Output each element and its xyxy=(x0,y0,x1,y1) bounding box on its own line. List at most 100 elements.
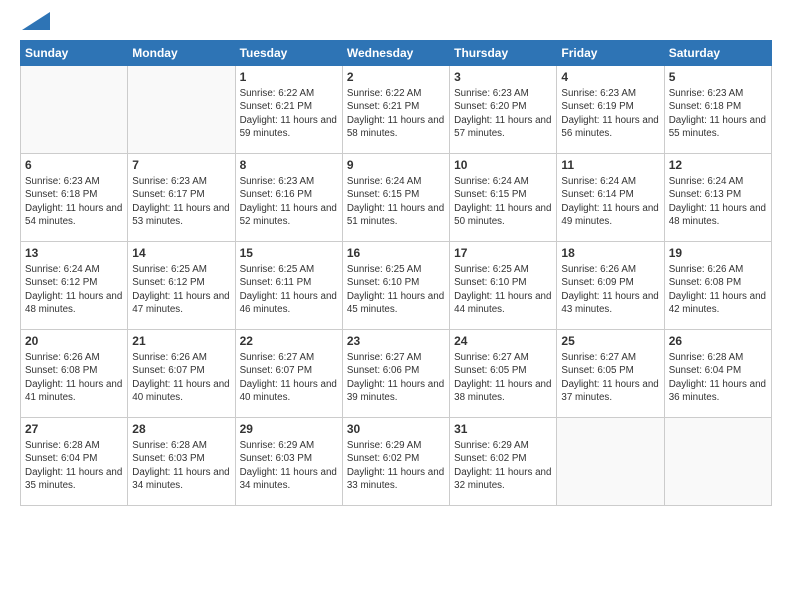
calendar-cell xyxy=(21,66,128,154)
calendar-cell: 4 Sunrise: 6:23 AMSunset: 6:19 PMDaylight… xyxy=(557,66,664,154)
day-info: Sunrise: 6:23 AMSunset: 6:17 PMDaylight:… xyxy=(132,175,230,228)
day-info: Sunrise: 6:29 AMSunset: 6:03 PMDaylight:… xyxy=(240,439,338,492)
day-info: Sunrise: 6:26 AMSunset: 6:08 PMDaylight:… xyxy=(25,351,123,404)
calendar-cell: 6 Sunrise: 6:23 AMSunset: 6:18 PMDaylight… xyxy=(21,154,128,242)
day-number: 1 xyxy=(240,69,338,85)
day-info: Sunrise: 6:22 AMSunset: 6:21 PMDaylight:… xyxy=(240,87,338,140)
calendar-cell: 31 Sunrise: 6:29 AMSunset: 6:02 PMDayligh… xyxy=(450,418,557,506)
day-number: 7 xyxy=(132,157,230,173)
day-number: 18 xyxy=(561,245,659,261)
day-number: 21 xyxy=(132,333,230,349)
day-number: 16 xyxy=(347,245,445,261)
day-info: Sunrise: 6:28 AMSunset: 6:04 PMDaylight:… xyxy=(25,439,123,492)
day-info: Sunrise: 6:27 AMSunset: 6:07 PMDaylight:… xyxy=(240,351,338,404)
calendar-week-5: 27 Sunrise: 6:28 AMSunset: 6:04 PMDayligh… xyxy=(21,418,772,506)
day-info: Sunrise: 6:24 AMSunset: 6:14 PMDaylight:… xyxy=(561,175,659,228)
calendar-cell: 10Sunrise: 6:24 AMSunset: 6:15 PMDayligh… xyxy=(450,154,557,242)
day-info: Sunrise: 6:27 AMSunset: 6:05 PMDaylight:… xyxy=(454,351,552,404)
calendar-header-monday: Monday xyxy=(128,41,235,66)
calendar-table: SundayMondayTuesdayWednesdayThursdayFrid… xyxy=(20,40,772,506)
day-info: Sunrise: 6:27 AMSunset: 6:06 PMDaylight:… xyxy=(347,351,445,404)
calendar-cell: 3 Sunrise: 6:23 AMSunset: 6:20 PMDaylight… xyxy=(450,66,557,154)
day-number: 23 xyxy=(347,333,445,349)
day-number: 17 xyxy=(454,245,552,261)
day-number: 9 xyxy=(347,157,445,173)
calendar-cell: 13 Sunrise: 6:24 AMSunset: 6:12 PMDayligh… xyxy=(21,242,128,330)
calendar-header-saturday: Saturday xyxy=(664,41,771,66)
day-info: Sunrise: 6:23 AMSunset: 6:18 PMDaylight:… xyxy=(669,87,767,140)
calendar-cell: 11Sunrise: 6:24 AMSunset: 6:14 PMDayligh… xyxy=(557,154,664,242)
day-info: Sunrise: 6:27 AMSunset: 6:05 PMDaylight:… xyxy=(561,351,659,404)
day-info: Sunrise: 6:29 AMSunset: 6:02 PMDaylight:… xyxy=(347,439,445,492)
calendar-cell: 21Sunrise: 6:26 AMSunset: 6:07 PMDayligh… xyxy=(128,330,235,418)
calendar-header-wednesday: Wednesday xyxy=(342,41,449,66)
day-info: Sunrise: 6:24 AMSunset: 6:12 PMDaylight:… xyxy=(25,263,123,316)
day-number: 12 xyxy=(669,157,767,173)
day-number: 22 xyxy=(240,333,338,349)
day-info: Sunrise: 6:23 AMSunset: 6:20 PMDaylight:… xyxy=(454,87,552,140)
calendar-cell xyxy=(557,418,664,506)
day-info: Sunrise: 6:23 AMSunset: 6:19 PMDaylight:… xyxy=(561,87,659,140)
calendar-cell: 24Sunrise: 6:27 AMSunset: 6:05 PMDayligh… xyxy=(450,330,557,418)
calendar-cell: 23 Sunrise: 6:27 AMSunset: 6:06 PMDayligh… xyxy=(342,330,449,418)
calendar-header-tuesday: Tuesday xyxy=(235,41,342,66)
calendar-cell: 25 Sunrise: 6:27 AMSunset: 6:05 PMDayligh… xyxy=(557,330,664,418)
calendar-week-3: 13 Sunrise: 6:24 AMSunset: 6:12 PMDayligh… xyxy=(21,242,772,330)
calendar-header-row: SundayMondayTuesdayWednesdayThursdayFrid… xyxy=(21,41,772,66)
day-info: Sunrise: 6:28 AMSunset: 6:03 PMDaylight:… xyxy=(132,439,230,492)
day-number: 31 xyxy=(454,421,552,437)
day-info: Sunrise: 6:24 AMSunset: 6:13 PMDaylight:… xyxy=(669,175,767,228)
calendar-cell: 26 Sunrise: 6:28 AMSunset: 6:04 PMDayligh… xyxy=(664,330,771,418)
calendar-cell: 12 Sunrise: 6:24 AMSunset: 6:13 PMDayligh… xyxy=(664,154,771,242)
calendar-header-sunday: Sunday xyxy=(21,41,128,66)
day-number: 19 xyxy=(669,245,767,261)
calendar-header-thursday: Thursday xyxy=(450,41,557,66)
calendar-cell xyxy=(664,418,771,506)
day-info: Sunrise: 6:29 AMSunset: 6:02 PMDaylight:… xyxy=(454,439,552,492)
page: SundayMondayTuesdayWednesdayThursdayFrid… xyxy=(0,0,792,612)
day-info: Sunrise: 6:22 AMSunset: 6:21 PMDaylight:… xyxy=(347,87,445,140)
day-number: 15 xyxy=(240,245,338,261)
day-number: 14 xyxy=(132,245,230,261)
day-number: 26 xyxy=(669,333,767,349)
header xyxy=(20,16,772,30)
calendar-cell: 16 Sunrise: 6:25 AMSunset: 6:10 PMDayligh… xyxy=(342,242,449,330)
day-info: Sunrise: 6:28 AMSunset: 6:04 PMDaylight:… xyxy=(669,351,767,404)
calendar-cell: 28 Sunrise: 6:28 AMSunset: 6:03 PMDayligh… xyxy=(128,418,235,506)
logo-arrow-icon xyxy=(22,12,50,30)
calendar-week-1: 1 Sunrise: 6:22 AMSunset: 6:21 PMDaylight… xyxy=(21,66,772,154)
day-number: 25 xyxy=(561,333,659,349)
calendar-cell: 30 Sunrise: 6:29 AMSunset: 6:02 PMDayligh… xyxy=(342,418,449,506)
calendar-cell: 7 Sunrise: 6:23 AMSunset: 6:17 PMDaylight… xyxy=(128,154,235,242)
day-number: 30 xyxy=(347,421,445,437)
day-number: 20 xyxy=(25,333,123,349)
day-number: 3 xyxy=(454,69,552,85)
calendar-cell: 29Sunrise: 6:29 AMSunset: 6:03 PMDayligh… xyxy=(235,418,342,506)
day-info: Sunrise: 6:24 AMSunset: 6:15 PMDaylight:… xyxy=(347,175,445,228)
day-number: 10 xyxy=(454,157,552,173)
calendar-cell: 14Sunrise: 6:25 AMSunset: 6:12 PMDayligh… xyxy=(128,242,235,330)
calendar-cell: 27 Sunrise: 6:28 AMSunset: 6:04 PMDayligh… xyxy=(21,418,128,506)
calendar-cell: 8 Sunrise: 6:23 AMSunset: 6:16 PMDaylight… xyxy=(235,154,342,242)
calendar-cell: 22 Sunrise: 6:27 AMSunset: 6:07 PMDayligh… xyxy=(235,330,342,418)
day-info: Sunrise: 6:23 AMSunset: 6:18 PMDaylight:… xyxy=(25,175,123,228)
calendar-header-friday: Friday xyxy=(557,41,664,66)
day-number: 13 xyxy=(25,245,123,261)
day-info: Sunrise: 6:25 AMSunset: 6:11 PMDaylight:… xyxy=(240,263,338,316)
calendar-cell: 19 Sunrise: 6:26 AMSunset: 6:08 PMDayligh… xyxy=(664,242,771,330)
day-info: Sunrise: 6:23 AMSunset: 6:16 PMDaylight:… xyxy=(240,175,338,228)
calendar-cell: 5 Sunrise: 6:23 AMSunset: 6:18 PMDaylight… xyxy=(664,66,771,154)
calendar-cell: 9 Sunrise: 6:24 AMSunset: 6:15 PMDaylight… xyxy=(342,154,449,242)
day-number: 8 xyxy=(240,157,338,173)
day-number: 28 xyxy=(132,421,230,437)
calendar-week-4: 20 Sunrise: 6:26 AMSunset: 6:08 PMDayligh… xyxy=(21,330,772,418)
day-number: 6 xyxy=(25,157,123,173)
day-info: Sunrise: 6:25 AMSunset: 6:10 PMDaylight:… xyxy=(347,263,445,316)
calendar-cell xyxy=(128,66,235,154)
calendar-cell: 17Sunrise: 6:25 AMSunset: 6:10 PMDayligh… xyxy=(450,242,557,330)
day-info: Sunrise: 6:26 AMSunset: 6:08 PMDaylight:… xyxy=(669,263,767,316)
day-number: 5 xyxy=(669,69,767,85)
logo xyxy=(20,16,50,30)
day-number: 27 xyxy=(25,421,123,437)
day-number: 4 xyxy=(561,69,659,85)
